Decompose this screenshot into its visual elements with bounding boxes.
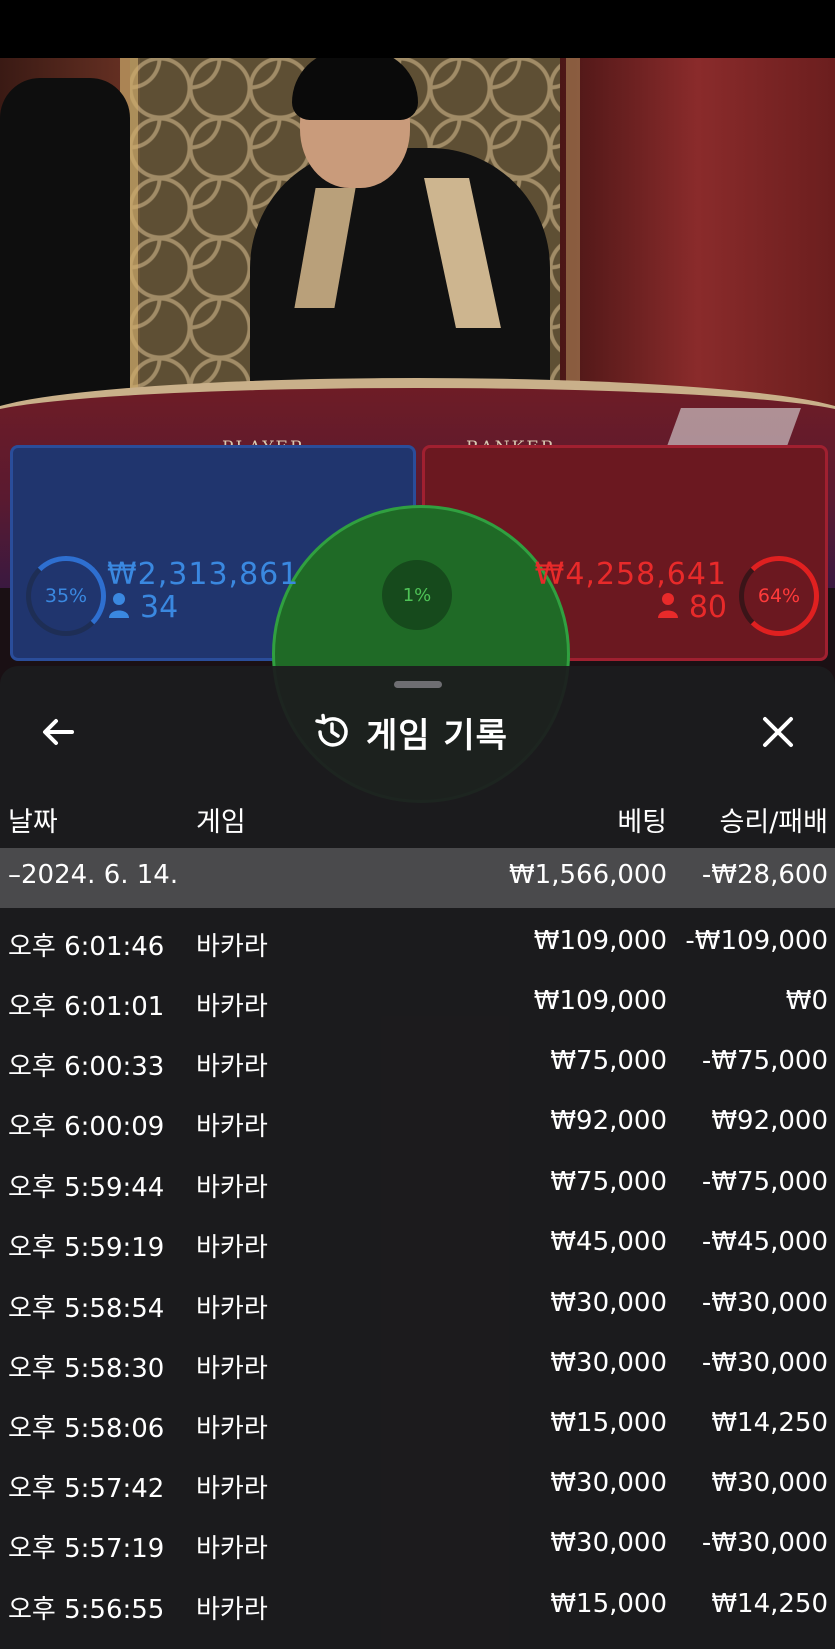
row-result: -₩30,000 <box>701 1348 828 1378</box>
row-time: 오후 5:57:19 <box>8 1534 165 1564</box>
history-row[interactable]: 오후 5:58:54 바카라 ₩30,000 -₩30,000 <box>0 1276 835 1336</box>
row-result: ₩14,250 <box>711 1408 828 1438</box>
row-bet: ₩30,000 <box>550 1288 667 1318</box>
row-time: 오후 5:58:30 <box>8 1354 165 1384</box>
history-row[interactable]: 오후 6:00:09 바카라 ₩92,000 ₩92,000 <box>0 1094 835 1154</box>
column-header-bet: 베팅 <box>617 807 667 838</box>
history-row[interactable]: 오후 5:57:19 바카라 ₩30,000 -₩30,000 <box>0 1516 835 1576</box>
row-result: -₩75,000 <box>701 1046 828 1076</box>
column-header-date: 날짜 <box>8 807 58 838</box>
row-result: ₩14,250 <box>711 1589 828 1619</box>
row-bet: ₩15,000 <box>550 1589 667 1619</box>
sheet-drag-handle[interactable] <box>394 681 442 688</box>
row-game: 바카라 <box>196 1052 268 1082</box>
arrow-left-icon <box>43 719 74 745</box>
row-bet: ₩109,000 <box>533 986 667 1016</box>
history-row[interactable]: 오후 5:59:44 바카라 ₩75,000 -₩75,000 <box>0 1155 835 1215</box>
row-game: 바카라 <box>196 992 268 1022</box>
row-result: -₩45,000 <box>701 1227 828 1257</box>
history-icon <box>315 713 348 747</box>
row-time: 오후 6:00:33 <box>8 1052 165 1082</box>
player-percent-ring: 35% <box>26 556 106 636</box>
banker-count-value: 80 <box>688 590 727 625</box>
background-figure <box>0 78 130 438</box>
history-row[interactable]: 오후 5:59:19 바카라 ₩45,000 -₩45,000 <box>0 1215 835 1275</box>
row-game: 바카라 <box>196 1414 268 1444</box>
close-button[interactable] <box>758 712 798 752</box>
status-bar <box>0 0 835 58</box>
back-button[interactable] <box>38 712 78 752</box>
player-total-amount: ₩2,313,861 <box>107 557 300 592</box>
row-bet: ₩30,000 <box>550 1468 667 1498</box>
row-time: 오후 6:01:46 <box>8 932 165 962</box>
row-game: 바카라 <box>196 1233 268 1263</box>
column-header-result: 승리/패배 <box>719 807 828 838</box>
row-game: 바카라 <box>196 1534 268 1564</box>
gold-trim <box>566 58 580 398</box>
row-bet: ₩92,000 <box>550 1106 667 1136</box>
row-bet: ₩75,000 <box>550 1046 667 1076</box>
wall-right <box>560 58 835 418</box>
page-title: 게임 기록 <box>366 715 508 756</box>
row-game: 바카라 <box>196 1294 268 1324</box>
summary-date: –2024. 6. 14. <box>8 860 179 890</box>
row-game: 바카라 <box>196 1595 268 1625</box>
summary-result: -₩28,600 <box>701 860 828 890</box>
row-time: 오후 5:57:42 <box>8 1474 165 1504</box>
row-result: -₩75,000 <box>701 1167 828 1197</box>
row-bet: ₩15,000 <box>550 1408 667 1438</box>
row-result: -₩109,000 <box>685 926 828 956</box>
row-bet: ₩75,000 <box>550 1167 667 1197</box>
date-summary-row[interactable]: –2024. 6. 14. ₩1,566,000 -₩28,600 <box>0 848 835 908</box>
history-row[interactable]: 오후 5:58:30 바카라 ₩30,000 -₩30,000 <box>0 1336 835 1396</box>
row-game: 바카라 <box>196 1474 268 1504</box>
history-row[interactable]: 오후 6:01:46 바카라 ₩109,000 -₩109,000 <box>0 914 835 974</box>
tie-percent: 1% <box>382 560 452 630</box>
history-row[interactable]: 오후 6:00:33 바카라 ₩75,000 -₩75,000 <box>0 1034 835 1094</box>
row-time: 오후 5:58:54 <box>8 1294 165 1324</box>
summary-bet: ₩1,566,000 <box>508 860 667 890</box>
row-game: 바카라 <box>196 1354 268 1384</box>
row-time: 오후 6:01:01 <box>8 992 165 1022</box>
row-time: 오후 5:59:44 <box>8 1173 165 1203</box>
row-result: -₩30,000 <box>701 1528 828 1558</box>
close-icon <box>763 717 793 747</box>
row-bet: ₩30,000 <box>550 1528 667 1558</box>
person-icon <box>109 593 129 618</box>
column-header-game: 게임 <box>196 807 246 838</box>
row-result: ₩30,000 <box>711 1468 828 1498</box>
player-count: 34 <box>108 590 178 625</box>
history-row[interactable]: 오후 5:56:55 바카라 ₩15,000 ₩14,250 <box>0 1577 835 1637</box>
row-bet: ₩45,000 <box>550 1227 667 1257</box>
history-row[interactable]: 오후 5:58:06 바카라 ₩15,000 ₩14,250 <box>0 1396 835 1456</box>
row-time: 오후 5:56:55 <box>8 1595 165 1625</box>
row-result: ₩0 <box>785 986 828 1016</box>
row-game: 바카라 <box>196 1173 268 1203</box>
player-count-value: 34 <box>140 590 179 625</box>
sheet-header: 게임 기록 <box>312 709 508 756</box>
person-icon <box>657 593 678 618</box>
row-game: 바카라 <box>196 1112 268 1142</box>
row-time: 오후 6:00:09 <box>8 1112 165 1142</box>
row-time: 오후 5:59:19 <box>8 1233 165 1263</box>
row-result: ₩92,000 <box>711 1106 828 1136</box>
row-result: -₩30,000 <box>701 1288 828 1318</box>
row-bet: ₩109,000 <box>533 926 667 956</box>
history-row[interactable]: 오후 5:57:42 바카라 ₩30,000 ₩30,000 <box>0 1456 835 1516</box>
row-bet: ₩30,000 <box>550 1348 667 1378</box>
row-game: 바카라 <box>196 932 268 962</box>
dealer-hair <box>292 58 418 120</box>
history-row[interactable]: 오후 6:01:01 바카라 ₩109,000 ₩0 <box>0 974 835 1034</box>
banker-count: 80 <box>657 590 727 625</box>
banker-percent-ring: 64% <box>739 556 819 636</box>
banker-total-amount: ₩4,258,641 <box>534 557 727 592</box>
row-time: 오후 5:58:06 <box>8 1414 165 1444</box>
